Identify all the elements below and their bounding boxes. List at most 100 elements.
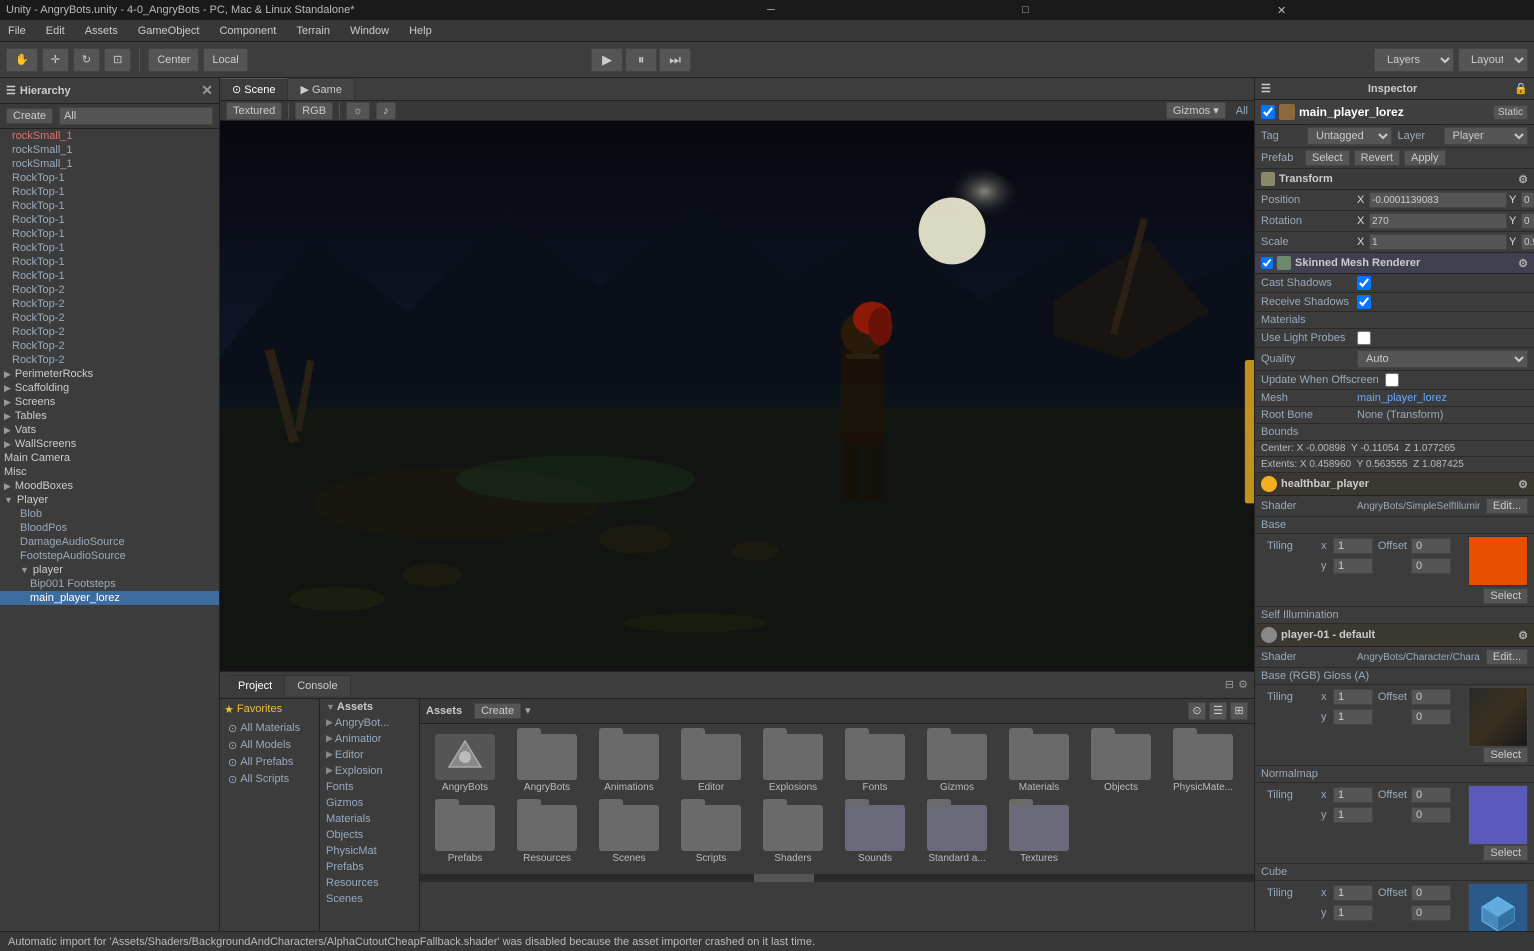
panel-settings-icon[interactable]: ⚙ — [1238, 678, 1248, 691]
player01-settings[interactable]: ⚙ — [1518, 629, 1528, 642]
minimize-btn[interactable]: ─ — [767, 4, 1018, 17]
asset-folder-editor[interactable]: Editor — [672, 730, 750, 797]
h-item-rocktop-2c[interactable]: RockTop-2 — [0, 311, 219, 325]
menu-gameobject[interactable]: GameObject — [134, 23, 204, 39]
h-item-rocktop-2b[interactable]: RockTop-2 — [0, 297, 219, 311]
asset-tree-editor[interactable]: ▶ Editor — [320, 747, 419, 763]
lock-icon[interactable]: 🔒 — [1514, 82, 1528, 95]
scale-x-input[interactable] — [1369, 234, 1507, 250]
healthbar-settings[interactable]: ⚙ — [1518, 478, 1528, 491]
nm-offset-x[interactable] — [1411, 787, 1451, 803]
h-item-wallscreens[interactable]: ▶ WallScreens — [0, 437, 219, 451]
menu-help[interactable]: Help — [405, 23, 436, 39]
hand-tool-btn[interactable]: ✋ — [6, 48, 38, 72]
h-item-rocktop-1d[interactable]: RockTop-1 — [0, 213, 219, 227]
close-btn[interactable]: ✕ — [1277, 4, 1528, 17]
asset-folder-shaders[interactable]: Shaders — [754, 801, 832, 868]
tiling-x-input[interactable] — [1333, 538, 1373, 554]
tab-console[interactable]: Console — [285, 675, 350, 696]
tab-game[interactable]: ▶ Game — [288, 78, 354, 100]
menu-component[interactable]: Component — [215, 23, 280, 39]
asset-tree-physicmat[interactable]: PhysicMat — [320, 843, 419, 859]
asset-tree-materials[interactable]: Materials — [320, 811, 419, 827]
asset-tree-animatior[interactable]: ▶ Animatior — [320, 731, 419, 747]
material-select-btn[interactable]: Select — [1483, 747, 1528, 763]
color-swatch-orange[interactable] — [1468, 536, 1528, 586]
asset-folder-gizmos[interactable]: Gizmos — [918, 730, 996, 797]
h-item-bloodpos[interactable]: BloodPos — [0, 521, 219, 535]
h-item-blob[interactable]: Blob — [0, 507, 219, 521]
tiling-y-input[interactable] — [1333, 558, 1373, 574]
h-item-misc[interactable]: Misc — [0, 465, 219, 479]
scale-tool-btn[interactable]: ⊡ — [104, 48, 131, 72]
scene-lighting-btn[interactable]: ☼ — [346, 102, 370, 120]
asset-folder-explosions[interactable]: Explosions — [754, 730, 832, 797]
layout-dropdown[interactable]: Layout — [1458, 48, 1528, 72]
gizmos-btn[interactable]: Gizmos ▾ — [1166, 102, 1226, 119]
pause-btn[interactable]: ⏸ — [625, 48, 657, 72]
assets-icon-btn-2[interactable]: ☰ — [1209, 702, 1227, 720]
menu-window[interactable]: Window — [346, 23, 393, 39]
asset-folder-fonts[interactable]: Fonts — [836, 730, 914, 797]
fav-all-prefabs[interactable]: ⊙ All Prefabs — [224, 754, 315, 771]
p01-tiling-x[interactable] — [1333, 689, 1373, 705]
cube-tiling-x[interactable] — [1333, 885, 1373, 901]
asset-tree-fonts[interactable]: Fonts — [320, 779, 419, 795]
nm-offset-y[interactable] — [1411, 807, 1451, 823]
h-item-vats[interactable]: ▶ Vats — [0, 423, 219, 437]
skinned-mesh-header[interactable]: Skinned Mesh Renderer ⚙ — [1255, 253, 1534, 274]
asset-tree-assets[interactable]: ▼ Assets — [320, 699, 419, 715]
h-item-rocktop-1e[interactable]: RockTop-1 — [0, 227, 219, 241]
step-btn[interactable]: ⏭ — [659, 48, 691, 72]
center-btn[interactable]: Center — [148, 48, 199, 72]
menu-assets[interactable]: Assets — [81, 23, 122, 39]
color-select-btn[interactable]: Select — [1483, 588, 1528, 604]
hierarchy-close[interactable]: ✕ — [201, 82, 213, 99]
move-tool-btn[interactable]: ✛ — [42, 48, 69, 72]
rot-x-input[interactable] — [1369, 213, 1507, 229]
h-item-damageaudio[interactable]: DamageAudioSource — [0, 535, 219, 549]
h-item-footstepaudio[interactable]: FootstepAudioSource — [0, 549, 219, 563]
h-item-player[interactable]: ▼ Player — [0, 493, 219, 507]
tag-dropdown[interactable]: Untagged — [1307, 127, 1392, 145]
assets-icon-btn-3[interactable]: ⊞ — [1230, 702, 1248, 720]
player01-edit-btn[interactable]: Edit... — [1486, 649, 1528, 665]
healthbar-header[interactable]: healthbar_player ⚙ — [1255, 473, 1534, 496]
asset-folder-materials[interactable]: Materials — [1000, 730, 1078, 797]
local-btn[interactable]: Local — [203, 48, 247, 72]
h-item-rocktop-2a[interactable]: RockTop-2 — [0, 283, 219, 297]
maximize-btn[interactable]: □ — [1022, 4, 1273, 17]
h-item-maincamera[interactable]: Main Camera — [0, 451, 219, 465]
h-item-rocktop-1f[interactable]: RockTop-1 — [0, 241, 219, 255]
hierarchy-search[interactable] — [59, 107, 213, 125]
assets-icon-btn-1[interactable]: ⊙ — [1188, 702, 1206, 720]
healthbar-edit-btn[interactable]: Edit... — [1486, 498, 1528, 514]
asset-tree-scenes[interactable]: Scenes — [320, 891, 419, 907]
normalmap-select-btn[interactable]: Select — [1483, 845, 1528, 861]
h-item-rocktop-2d[interactable]: RockTop-2 — [0, 325, 219, 339]
rot-y-input[interactable] — [1521, 213, 1534, 229]
asset-folder-standard[interactable]: Standard a... — [918, 801, 996, 868]
asset-folder-scenes[interactable]: Scenes — [590, 801, 668, 868]
h-item-moodboxes[interactable]: ▶ MoodBoxes — [0, 479, 219, 493]
material-preview-thumbnail[interactable] — [1468, 687, 1528, 747]
menu-terrain[interactable]: Terrain — [292, 23, 334, 39]
asset-tree-resources[interactable]: Resources — [320, 875, 419, 891]
transform-settings-icon[interactable]: ⚙ — [1518, 173, 1528, 186]
mesh-value[interactable]: main_player_lorez — [1357, 392, 1447, 404]
cube-tiling-y[interactable] — [1333, 905, 1373, 921]
asset-folder-angrybots-logo[interactable]: AngryBots — [426, 730, 504, 797]
nm-tiling-x[interactable] — [1333, 787, 1373, 803]
tiling-offset-x-input[interactable] — [1411, 538, 1451, 554]
h-item-tables[interactable]: ▶ Tables — [0, 409, 219, 423]
hierarchy-create-btn[interactable]: Create — [6, 108, 53, 124]
tab-project[interactable]: Project — [226, 675, 285, 696]
p01-offset-y[interactable] — [1411, 709, 1451, 725]
asset-folder-resources[interactable]: Resources — [508, 801, 586, 868]
rgb-btn[interactable]: RGB — [295, 102, 333, 120]
h-item-player-sub[interactable]: ▼ player — [0, 563, 219, 577]
update-offscreen-checkbox[interactable] — [1385, 373, 1399, 387]
asset-folder-angrybots[interactable]: AngryBots — [508, 730, 586, 797]
asset-tree-prefabs[interactable]: Prefabs — [320, 859, 419, 875]
pos-x-input[interactable] — [1369, 192, 1507, 208]
